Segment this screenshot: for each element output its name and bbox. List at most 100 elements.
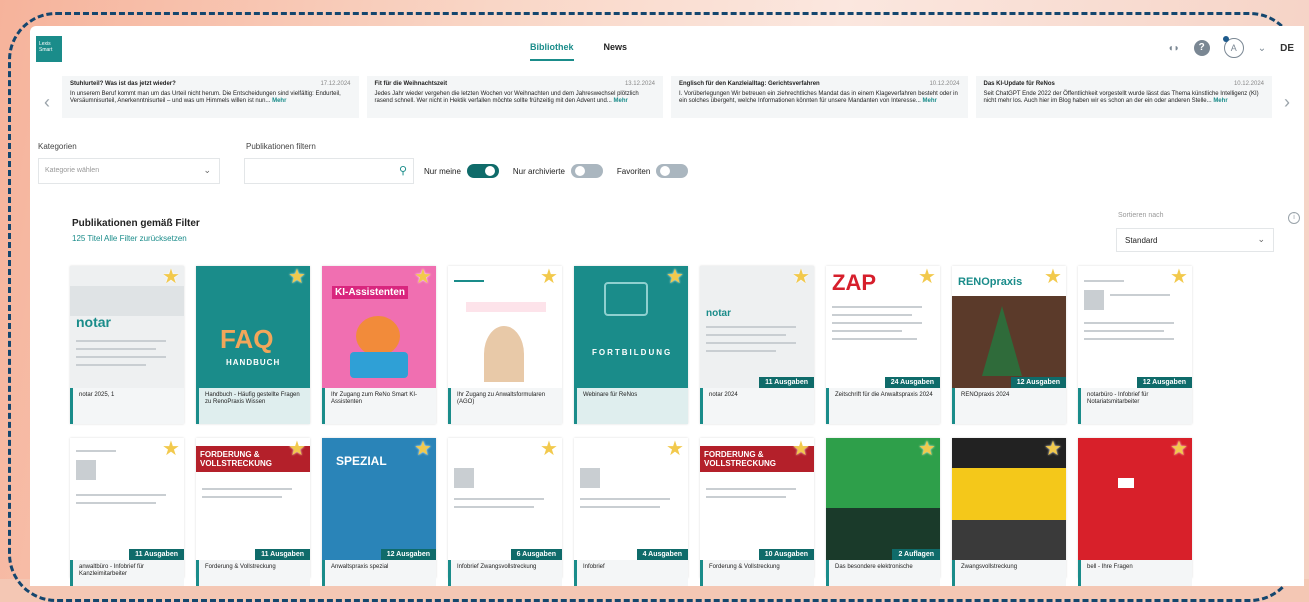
favorite-star-icon[interactable]: ★ xyxy=(288,267,306,287)
tab-news[interactable]: News xyxy=(604,42,628,61)
toggle-nur-archivierte[interactable] xyxy=(570,164,603,178)
publication-card[interactable]: FAQ HANDBUCH ★ Handbuch - Häufig gestell… xyxy=(196,266,310,424)
language-select[interactable]: DE xyxy=(1280,43,1294,54)
news-more-link[interactable]: Mehr xyxy=(614,98,628,104)
info-icon[interactable]: i xyxy=(1288,212,1300,224)
news-date: 17.12.2024 xyxy=(320,81,351,87)
search-icon[interactable]: ⚲ xyxy=(399,164,407,177)
publication-card[interactable]: 12 Ausgaben ★ notarbüro - Infobrief für … xyxy=(1078,266,1192,424)
publication-title: Handbuch - Häufig gestellte Fragen zu Re… xyxy=(196,388,310,424)
issue-count-badge: 12 Ausgaben xyxy=(1010,377,1066,388)
news-card[interactable]: Fit für die Weihnachtszeit 13.12.2024 Jed… xyxy=(366,76,663,118)
main-tabs: Bibliothek News xyxy=(530,42,627,61)
issue-count-badge: 6 Ausgaben xyxy=(510,549,562,560)
chevron-down-icon: ⌄ xyxy=(203,165,211,175)
favorite-star-icon[interactable]: ★ xyxy=(540,267,558,287)
news-more-link[interactable]: Mehr xyxy=(1213,98,1227,104)
publication-title: Infobrief Zwangsvollstreckung xyxy=(448,560,562,586)
sort-label: Sortieren nach xyxy=(1118,212,1164,219)
publication-card[interactable]: ZAP 24 Ausgaben ★ Zeitschrift für die An… xyxy=(826,266,940,424)
publication-card[interactable]: 4 Ausgaben ★ Infobrief xyxy=(574,438,688,586)
app-logo[interactable]: Lexis Smart xyxy=(36,36,62,62)
favorite-star-icon[interactable]: ★ xyxy=(162,439,180,459)
user-icon[interactable]: A xyxy=(1222,36,1244,58)
chevron-down-icon[interactable]: ⌄ xyxy=(1258,43,1266,54)
notification-icon[interactable]: ◖◗ xyxy=(1168,43,1180,54)
publication-title: bell - Ihre Fragen xyxy=(1078,560,1192,586)
publication-card[interactable]: ★ bell - Ihre Fragen xyxy=(1078,438,1192,586)
publication-card[interactable]: FORDERUNG & VOLLSTRECKUNG 11 Ausgaben ★ … xyxy=(196,438,310,586)
reset-filters-link[interactable]: Alle Filter zurücksetzen xyxy=(104,234,187,243)
publication-title: Forderung & Vollstreckung xyxy=(700,560,814,586)
news-title: Englisch für den Kanzleialltag: Gerichts… xyxy=(679,81,820,87)
publication-title: Webinare für ReNos xyxy=(574,388,688,424)
news-text: Jedes Jahr wieder vergehen die letzten W… xyxy=(374,91,639,104)
news-title: Stuhlurteil? Was ist das jetzt wieder? xyxy=(70,81,176,87)
publication-title: notar 2025, 1 xyxy=(70,388,184,424)
chevron-down-icon: ⌄ xyxy=(1257,234,1265,244)
tab-bibliothek[interactable]: Bibliothek xyxy=(530,42,574,61)
publication-card[interactable]: 6 Ausgaben ★ Infobrief Zwangsvollstrecku… xyxy=(448,438,562,586)
news-prev-icon[interactable]: ‹ xyxy=(44,92,50,113)
favorite-star-icon[interactable]: ★ xyxy=(1170,439,1188,459)
publication-card[interactable]: FORTBILDUNG ★ Webinare für ReNos xyxy=(574,266,688,424)
favorite-star-icon[interactable]: ★ xyxy=(792,267,810,287)
favorite-star-icon[interactable]: ★ xyxy=(414,439,432,459)
favorite-star-icon[interactable]: ★ xyxy=(288,439,306,459)
category-placeholder: Kategorie wählen xyxy=(45,167,100,174)
sort-select[interactable]: Standard ⌄ xyxy=(1116,228,1274,252)
toggle-nur-meine[interactable] xyxy=(466,164,499,178)
publication-title: anwaltbüro - Infobrief für Kanzleimitarb… xyxy=(70,560,184,586)
publication-title: Das besondere elektronische xyxy=(826,560,940,586)
issue-count-badge: 2 Auflagen xyxy=(892,549,940,560)
news-date: 10.12.2024 xyxy=(1233,81,1264,87)
help-icon[interactable]: ? xyxy=(1193,40,1210,56)
publication-card[interactable]: RENOpraxis 12 Ausgaben ★ RENOpraxis 2024 xyxy=(952,266,1066,424)
publication-card[interactable]: KI-Assistenten ★ Ihr Zugang zum ReNo Sma… xyxy=(322,266,436,424)
category-select[interactable]: Kategorie wählen ⌄ xyxy=(38,158,220,184)
publication-card[interactable]: ★ Zwangsvollstreckung xyxy=(952,438,1066,586)
news-next-icon[interactable]: › xyxy=(1284,92,1290,113)
favorite-star-icon[interactable]: ★ xyxy=(1170,267,1188,287)
publication-card[interactable]: 11 Ausgaben ★ anwaltbüro - Infobrief für… xyxy=(70,438,184,586)
news-more-link[interactable]: Mehr xyxy=(923,98,937,104)
favorite-star-icon[interactable]: ★ xyxy=(918,267,936,287)
favorite-star-icon[interactable]: ★ xyxy=(414,267,432,287)
news-card[interactable]: Stuhlurteil? Was ist das jetzt wieder? 17… xyxy=(62,76,359,118)
publication-title: RENOpraxis 2024 xyxy=(952,388,1066,424)
app-window: Lexis Smart Bibliothek News ◖◗ ? A ⌄ DE … xyxy=(30,26,1304,586)
publication-card[interactable]: notar ★ notar 2025, 1 xyxy=(70,266,184,424)
toggle-label: Nur archivierte xyxy=(512,166,565,176)
publication-card[interactable]: 2 Auflagen ★ Das besondere elektronische xyxy=(826,438,940,586)
news-strip: Stuhlurteil? Was ist das jetzt wieder? 17… xyxy=(62,76,1272,118)
search-input[interactable]: ⚲ xyxy=(244,158,414,184)
news-text: In unserem Beruf kommt man um das Urteil… xyxy=(70,91,341,104)
news-title: Fit für die Weihnachtszeit xyxy=(374,81,448,87)
favorite-star-icon[interactable]: ★ xyxy=(540,439,558,459)
favorite-star-icon[interactable]: ★ xyxy=(792,439,810,459)
issue-count-badge: 12 Ausgaben xyxy=(1136,377,1192,388)
issue-count-badge: 24 Ausgaben xyxy=(884,377,940,388)
favorite-star-icon[interactable]: ★ xyxy=(666,267,684,287)
publication-card[interactable]: notar 11 Ausgaben ★ notar 2024 xyxy=(700,266,814,424)
favorite-star-icon[interactable]: ★ xyxy=(1044,267,1062,287)
publication-card[interactable]: FORDERUNG & VOLLSTRECKUNG 10 Ausgaben ★ … xyxy=(700,438,814,586)
toggle-favoriten[interactable] xyxy=(656,164,689,178)
publication-title: Zwangsvollstreckung xyxy=(952,560,1066,586)
issue-count-badge: 11 Ausgaben xyxy=(759,377,814,388)
favorite-star-icon[interactable]: ★ xyxy=(918,439,936,459)
favorite-star-icon[interactable]: ★ xyxy=(666,439,684,459)
results-count-line: 125 Titel Alle Filter zurücksetzen xyxy=(72,234,187,243)
publication-title: Ihr Zugang zum ReNo Smart KI-Assistenten xyxy=(322,388,436,424)
publication-title: notarbüro - Infobrief für Notariatsmitar… xyxy=(1078,388,1192,424)
favorite-star-icon[interactable]: ★ xyxy=(162,267,180,287)
publication-card[interactable]: ★ Ihr Zugang zu Anwaltsformularen (AGO) xyxy=(448,266,562,424)
favorite-star-icon[interactable]: ★ xyxy=(1044,439,1062,459)
filter-label: Publikationen filtern xyxy=(246,142,316,151)
news-card[interactable]: Englisch für den Kanzleialltag: Gerichts… xyxy=(671,76,968,118)
results-count: 125 Titel xyxy=(72,234,103,243)
news-date: 13.12.2024 xyxy=(624,81,655,87)
publication-card[interactable]: SPEZIAL 12 Ausgaben ★ Anwaltspraxis spez… xyxy=(322,438,436,586)
news-more-link[interactable]: Mehr xyxy=(272,98,286,104)
news-card[interactable]: Das KI-Update für ReNos 10.12.2024 Seit C… xyxy=(975,76,1272,118)
